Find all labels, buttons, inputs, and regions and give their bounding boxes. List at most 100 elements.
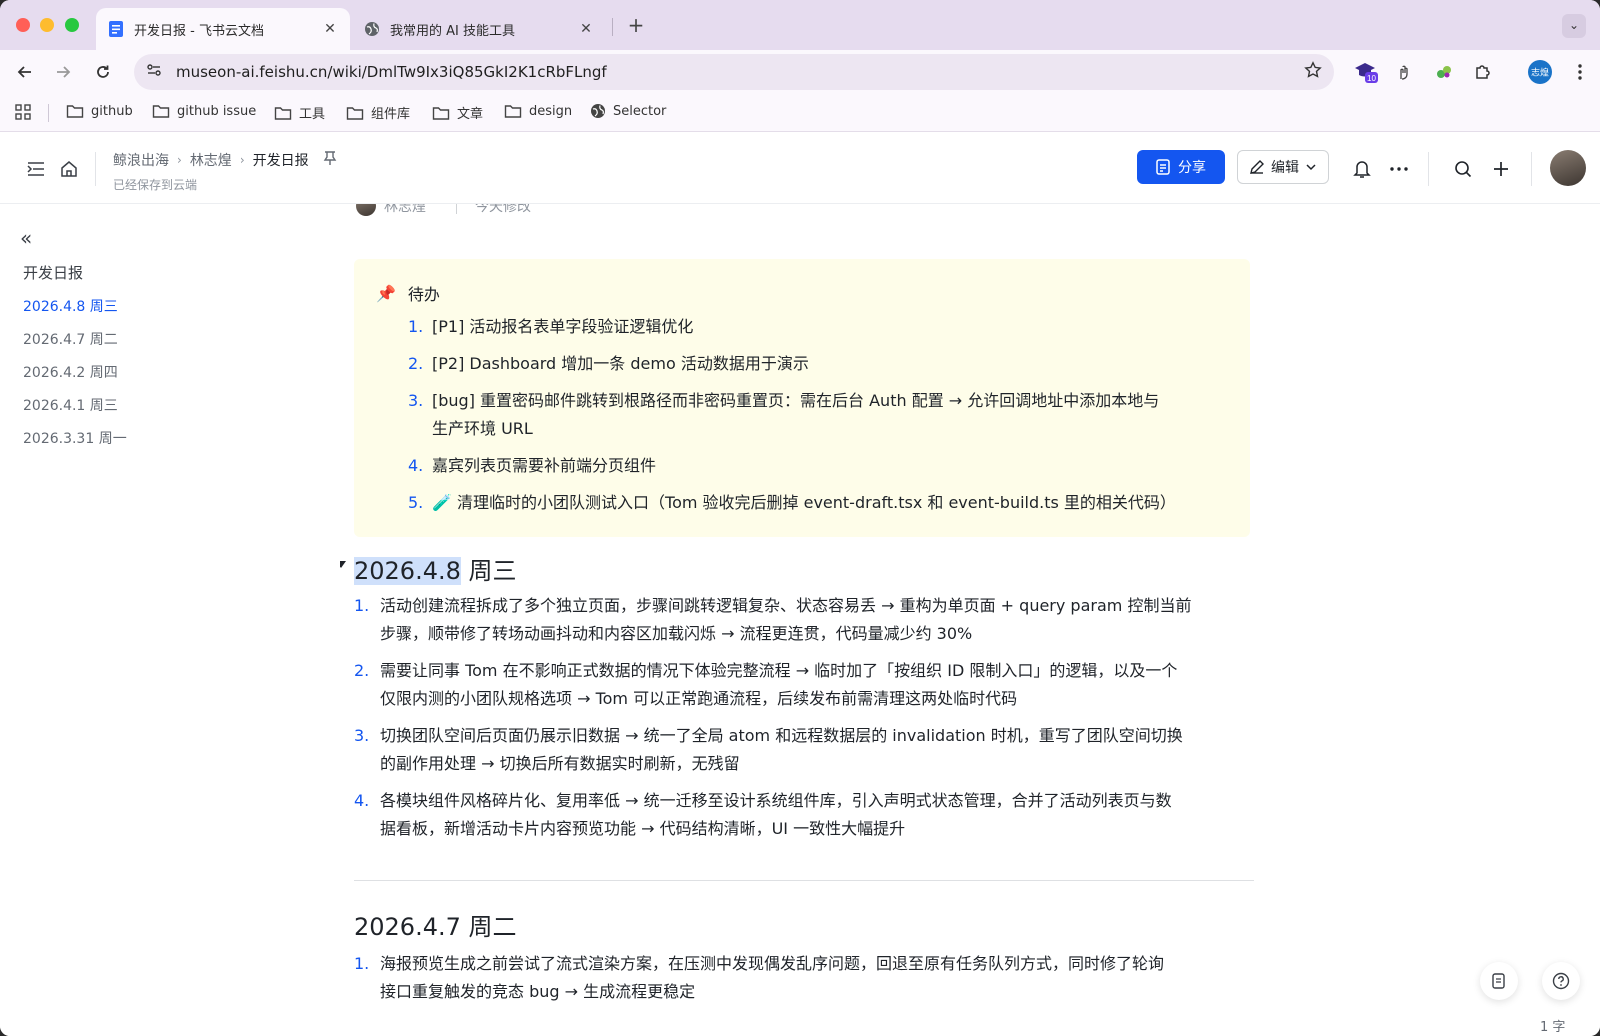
outline-item-2026-3-31[interactable]: 2026.3.31 周一 bbox=[23, 428, 127, 448]
section-divider bbox=[354, 880, 1254, 881]
list-number: 1. bbox=[354, 954, 370, 973]
list-text: 🧪 清理临时的小团队测试入口（Tom 验收完后删掉 event-draft.ts… bbox=[432, 493, 1176, 512]
new-tab-button[interactable]: + bbox=[622, 12, 650, 40]
bookmark-component-lib[interactable]: 组件库 bbox=[346, 103, 410, 122]
extension-puzzle-color-icon[interactable] bbox=[1430, 58, 1458, 86]
doc-favicon-icon bbox=[108, 21, 124, 37]
bookmark-design[interactable]: design bbox=[504, 103, 572, 119]
edit-label: 编辑 bbox=[1271, 160, 1299, 176]
bookmark-label: github bbox=[91, 103, 133, 119]
bookmark-star-icon[interactable] bbox=[1304, 61, 1322, 83]
list-text: 活动创建流程拆成了多个独立页面，步骤间跳转逻辑复杂、状态容易丢 → 重构为单页面… bbox=[380, 596, 1192, 615]
list-text: [P2] Dashboard 增加一条 demo 活动数据用于演示 bbox=[432, 354, 809, 373]
list-item[interactable]: 3. 切换团队空间后页面仍展示旧数据 → 统一了全局 atom 和远程数据层的 … bbox=[354, 722, 1254, 778]
saved-status: 已经保存到云端 bbox=[113, 178, 198, 192]
doc-header: 鲸浪出海 › 林志煌 › 开发日报 已经保存到云端 分享 编辑 bbox=[0, 132, 1600, 204]
todo-item[interactable]: 2. [P2] Dashboard 增加一条 demo 活动数据用于演示 bbox=[408, 350, 1228, 378]
outline-item-2026-4-7[interactable]: 2026.4.7 周二 bbox=[23, 329, 118, 349]
list-text: 切换团队空间后页面仍展示旧数据 → 统一了全局 atom 和远程数据层的 inv… bbox=[380, 726, 1183, 745]
list-item[interactable]: 1. 海报预览生成之前尝试了流式渲染方案，在压测中发现偶发乱序问题，回退至原有任… bbox=[354, 950, 1254, 1006]
outline-title[interactable]: 开发日报 bbox=[23, 262, 83, 283]
breadcrumb-item-current[interactable]: 开发日报 bbox=[253, 150, 309, 170]
list-item[interactable]: 4. 各模块组件风格碎片化、复用率低 → 统一迁移至设计系统组件库，引入声明式状… bbox=[354, 787, 1254, 843]
breadcrumb-item-space[interactable]: 鲸浪出海 bbox=[113, 150, 169, 170]
globe-icon bbox=[591, 104, 605, 118]
list-text: [bug] 重置密码邮件跳转到根路径而非密码重置页：需在后台 Auth 配置 →… bbox=[432, 391, 1160, 410]
forward-arrow-icon[interactable] bbox=[49, 58, 77, 86]
site-settings-icon[interactable] bbox=[146, 62, 162, 82]
profile-avatar[interactable]: 志煌 bbox=[1526, 58, 1554, 86]
url-text: museon-ai.feishu.cn/wiki/DmlTw9Ix3iQ85Gk… bbox=[176, 63, 607, 81]
outline-item-2026-4-1[interactable]: 2026.4.1 周三 bbox=[23, 395, 118, 415]
doc-helper-icon[interactable] bbox=[1480, 962, 1518, 1000]
bookmark-selector[interactable]: Selector bbox=[590, 103, 666, 119]
close-tab-icon[interactable]: ✕ bbox=[578, 21, 594, 37]
list-text: 嘉宾列表页需要补前端分页组件 bbox=[432, 456, 657, 475]
todo-item[interactable]: 5. 🧪 清理临时的小团队测试入口（Tom 验收完后删掉 event-draft… bbox=[408, 489, 1248, 517]
tab-search-chevron-icon[interactable]: ⌄ bbox=[1562, 14, 1586, 38]
todo-callout[interactable]: 📌 待办 1. [P1] 活动报名表单字段验证逻辑优化 2. [P2] Dash… bbox=[354, 259, 1250, 537]
bookmark-github[interactable]: github bbox=[66, 103, 133, 119]
folder-icon bbox=[274, 106, 292, 120]
home-icon[interactable] bbox=[58, 158, 80, 180]
list-item[interactable]: 2. 需要让同事 Tom 在不影响正式数据的情况下体验完整流程 → 临时加了「按… bbox=[354, 657, 1254, 713]
more-options-icon[interactable] bbox=[1388, 158, 1410, 180]
maximize-window-button[interactable] bbox=[65, 18, 79, 32]
close-window-button[interactable] bbox=[16, 18, 30, 32]
bookmark-label: 组件库 bbox=[371, 107, 411, 122]
close-tab-icon[interactable]: ✕ bbox=[322, 21, 338, 37]
list-item[interactable]: 1. 活动创建流程拆成了多个独立页面，步骤间跳转逻辑复杂、状态容易丢 → 重构为… bbox=[354, 592, 1254, 648]
folder-icon bbox=[152, 105, 170, 118]
search-icon[interactable] bbox=[1452, 158, 1474, 180]
bookmark-github-issue[interactable]: github issue bbox=[152, 103, 256, 119]
reload-icon[interactable] bbox=[89, 58, 117, 86]
bookmark-label: 工具 bbox=[299, 107, 326, 122]
todo-item[interactable]: 1. [P1] 活动报名表单字段验证逻辑优化 bbox=[408, 313, 1228, 341]
heading-2026-4-7[interactable]: 2026.4.7 周二 bbox=[354, 907, 517, 942]
tab-feishu-doc[interactable]: 开发日报 - 飞书云文档 ✕ bbox=[96, 8, 350, 50]
list-text: 各模块组件风格碎片化、复用率低 → 统一迁移至设计系统组件库，引入声明式状态管理… bbox=[380, 791, 1172, 810]
outline-sidebar: « 开发日报 2026.4.8 周三 2026.4.7 周二 2026.4.2 … bbox=[0, 204, 340, 1036]
tab-ai-tools[interactable]: 我常用的 AI 技能工具 ✕ bbox=[352, 8, 606, 50]
heading-2026-4-8[interactable]: 2026.4.8 周三 bbox=[340, 551, 517, 586]
breadcrumb: 鲸浪出海 › 林志煌 › 开发日报 bbox=[113, 150, 337, 170]
outline-item-2026-4-2[interactable]: 2026.4.2 周四 bbox=[23, 362, 118, 382]
collapse-sidebar-icon[interactable]: « bbox=[20, 226, 32, 250]
bookmark-tools[interactable]: 工具 bbox=[274, 103, 325, 122]
list-text: 步骤，顺带修了转场动画抖动和内容区加载闪烁 → 流程更连贯，代码量减少约 30% bbox=[380, 624, 973, 643]
extension-hand-icon[interactable] bbox=[1390, 58, 1418, 86]
header-divider bbox=[95, 152, 96, 186]
outline-item-2026-4-8[interactable]: 2026.4.8 周三 bbox=[23, 296, 118, 316]
heading-day: 周三 bbox=[460, 557, 517, 585]
bookmark-articles[interactable]: 文章 bbox=[432, 103, 483, 122]
todo-item[interactable]: 3. [bug] 重置密码邮件跳转到根路径而非密码重置页：需在后台 Auth 配… bbox=[408, 387, 1248, 443]
apps-grid-icon[interactable] bbox=[14, 103, 39, 121]
header-divider bbox=[1531, 152, 1532, 186]
edit-mode-button[interactable]: 编辑 bbox=[1237, 150, 1329, 184]
breadcrumb-item-user[interactable]: 林志煌 bbox=[190, 150, 232, 170]
minimize-window-button[interactable] bbox=[40, 18, 54, 32]
plus-icon[interactable] bbox=[1490, 158, 1512, 180]
share-button[interactable]: 分享 bbox=[1137, 150, 1225, 184]
extension-graduation-icon[interactable]: 10 bbox=[1352, 58, 1380, 86]
todo-item[interactable]: 4. 嘉宾列表页需要补前端分页组件 bbox=[408, 452, 1228, 480]
tab-title: 我常用的 AI 技能工具 bbox=[390, 23, 515, 39]
list-number: 1. bbox=[354, 596, 370, 615]
bookmark-label: Selector bbox=[613, 103, 667, 119]
collapse-toggle-icon[interactable] bbox=[340, 561, 346, 568]
chevron-down-icon bbox=[1306, 164, 1316, 171]
extensions-puzzle-icon[interactable] bbox=[1469, 58, 1497, 86]
browser-menu-icon[interactable] bbox=[1566, 58, 1594, 86]
address-bar[interactable]: museon-ai.feishu.cn/wiki/DmlTw9Ix3iQ85Gk… bbox=[134, 54, 1334, 90]
back-arrow-icon[interactable] bbox=[11, 58, 39, 86]
list-text: 仅限内测的小团队规格选项 → Tom 可以正常跑通流程，后续发布前需清理这两处临… bbox=[380, 689, 1018, 708]
callout-title: 待办 bbox=[407, 285, 440, 304]
help-icon[interactable] bbox=[1542, 962, 1580, 1000]
user-avatar[interactable] bbox=[1550, 150, 1586, 186]
folder-icon bbox=[66, 105, 84, 118]
author-name[interactable]: 林志煌 bbox=[384, 204, 426, 216]
bell-icon[interactable] bbox=[1351, 158, 1373, 180]
toggle-outline-icon[interactable] bbox=[25, 158, 47, 180]
pin-icon[interactable] bbox=[323, 150, 337, 170]
folder-icon bbox=[432, 106, 450, 120]
